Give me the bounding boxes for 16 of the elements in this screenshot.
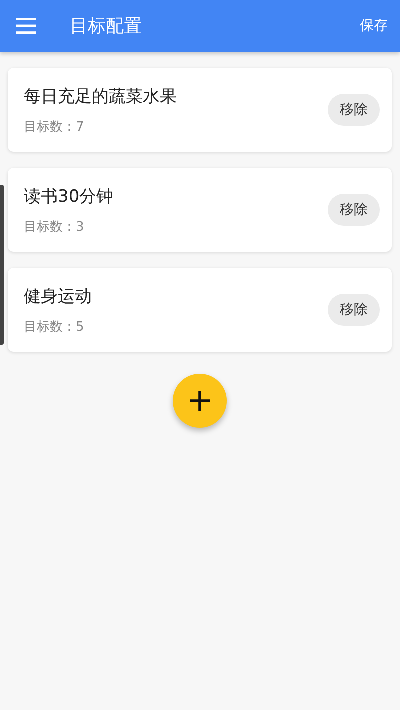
- goal-count: 目标数：7: [24, 118, 86, 136]
- goal-name: 健身运动: [24, 286, 93, 308]
- remove-button[interactable]: 移除: [328, 194, 380, 226]
- edge-handle[interactable]: [0, 185, 4, 345]
- menu-icon: [16, 17, 38, 35]
- page-title: 目标配置: [70, 15, 143, 38]
- goal-name: 读书30分钟: [24, 186, 115, 208]
- goal-count: 目标数：3: [24, 218, 86, 236]
- add-button[interactable]: [173, 374, 227, 428]
- menu-button[interactable]: [16, 17, 38, 35]
- save-button[interactable]: 保存: [360, 13, 388, 39]
- remove-button[interactable]: 移除: [328, 294, 380, 326]
- goal-count: 目标数：5: [24, 318, 86, 336]
- remove-button[interactable]: 移除: [328, 94, 380, 126]
- goal-name: 每日充足的蔬菜水果: [24, 86, 178, 108]
- plus-icon: [189, 390, 211, 412]
